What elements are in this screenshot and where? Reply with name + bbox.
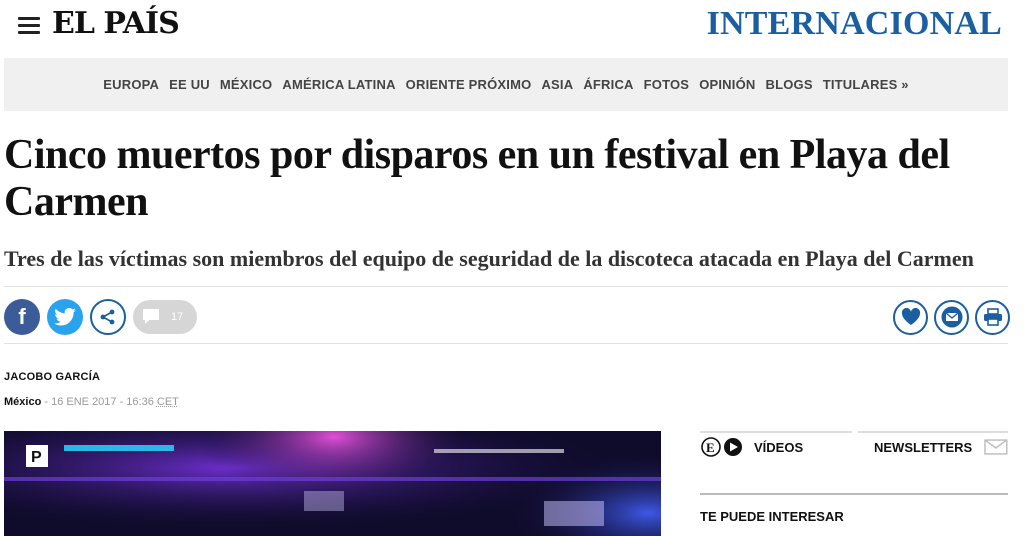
video-frame: P — [4, 431, 661, 536]
article-tools — [887, 298, 1010, 336]
nav-item-asia[interactable]: ASIA — [541, 77, 573, 92]
nav-item-oriente-proximo[interactable]: ORIENTE PRÓXIMO — [406, 77, 532, 92]
section-nav: EUROPA EE UU MÉXICO AMÉRICA LATINA ORIEN… — [4, 58, 1008, 111]
share-icon[interactable] — [90, 299, 126, 335]
nav-item-america-latina[interactable]: AMÉRICA LATINA — [282, 77, 395, 92]
article-timezone: CET — [156, 396, 179, 408]
sidebar-heading: TE PUEDE INTERESAR — [700, 493, 1008, 524]
video-player[interactable]: P — [4, 431, 661, 536]
author-name[interactable]: JACOBO GARCÍA — [4, 371, 100, 383]
sidebar-tabs: E VÍDEOS NEWSLETTERS — [700, 431, 1008, 461]
comment-count: 17 — [171, 311, 184, 323]
envelope-icon — [984, 439, 1008, 455]
share-bar: f 17 — [4, 298, 197, 336]
svg-text:E: E — [706, 440, 715, 455]
nav-item-titulares[interactable]: TITULARES » — [823, 77, 909, 92]
nav-item-fotos[interactable]: FOTOS — [644, 77, 690, 92]
article-subheadline: Tres de las víctimas son miembros del eq… — [4, 246, 974, 271]
tab-videos[interactable]: E VÍDEOS — [700, 431, 852, 461]
envelope-icon[interactable] — [934, 299, 969, 335]
article-location: México — [4, 396, 42, 408]
date-separator: - — [41, 396, 52, 408]
article-headline: Cinco muertos por disparos en un festiva… — [4, 132, 950, 225]
nav-item-ee-uu[interactable]: EE UU — [169, 77, 210, 92]
dateline: México - 16 ENE 2017 - 16:36 CET — [4, 396, 179, 408]
nav-item-europa[interactable]: EUROPA — [103, 77, 159, 92]
svg-text:P: P — [31, 449, 42, 466]
twitter-icon[interactable] — [47, 299, 83, 335]
site-logo[interactable]: EL PAÍS — [52, 6, 180, 41]
tab-newsletters[interactable]: NEWSLETTERS — [858, 431, 1008, 461]
nav-item-opinion[interactable]: OPINIÓN — [699, 77, 755, 92]
top-bar: EL PAÍS INTERNACIONAL — [0, 0, 1024, 58]
newsletters-label: NEWSLETTERS — [874, 439, 973, 455]
printer-icon[interactable] — [975, 299, 1010, 335]
nav-item-africa[interactable]: ÁFRICA — [583, 77, 633, 92]
edition-title[interactable]: INTERNACIONAL — [707, 5, 1002, 43]
comment-icon — [143, 309, 159, 324]
comments-button[interactable]: 17 — [133, 300, 197, 334]
article-date: 16 ENE 2017 - 16:36 — [51, 396, 154, 408]
heart-icon[interactable] — [893, 299, 928, 335]
menu-icon[interactable] — [18, 17, 40, 35]
el-pais-video-icon: E — [701, 437, 742, 457]
nav-item-mexico[interactable]: MÉXICO — [220, 77, 272, 92]
facebook-icon[interactable]: f — [4, 299, 40, 335]
divider — [4, 343, 1008, 344]
divider — [4, 286, 1008, 287]
videos-label: VÍDEOS — [754, 439, 804, 455]
nav-item-blogs[interactable]: BLOGS — [765, 77, 812, 92]
